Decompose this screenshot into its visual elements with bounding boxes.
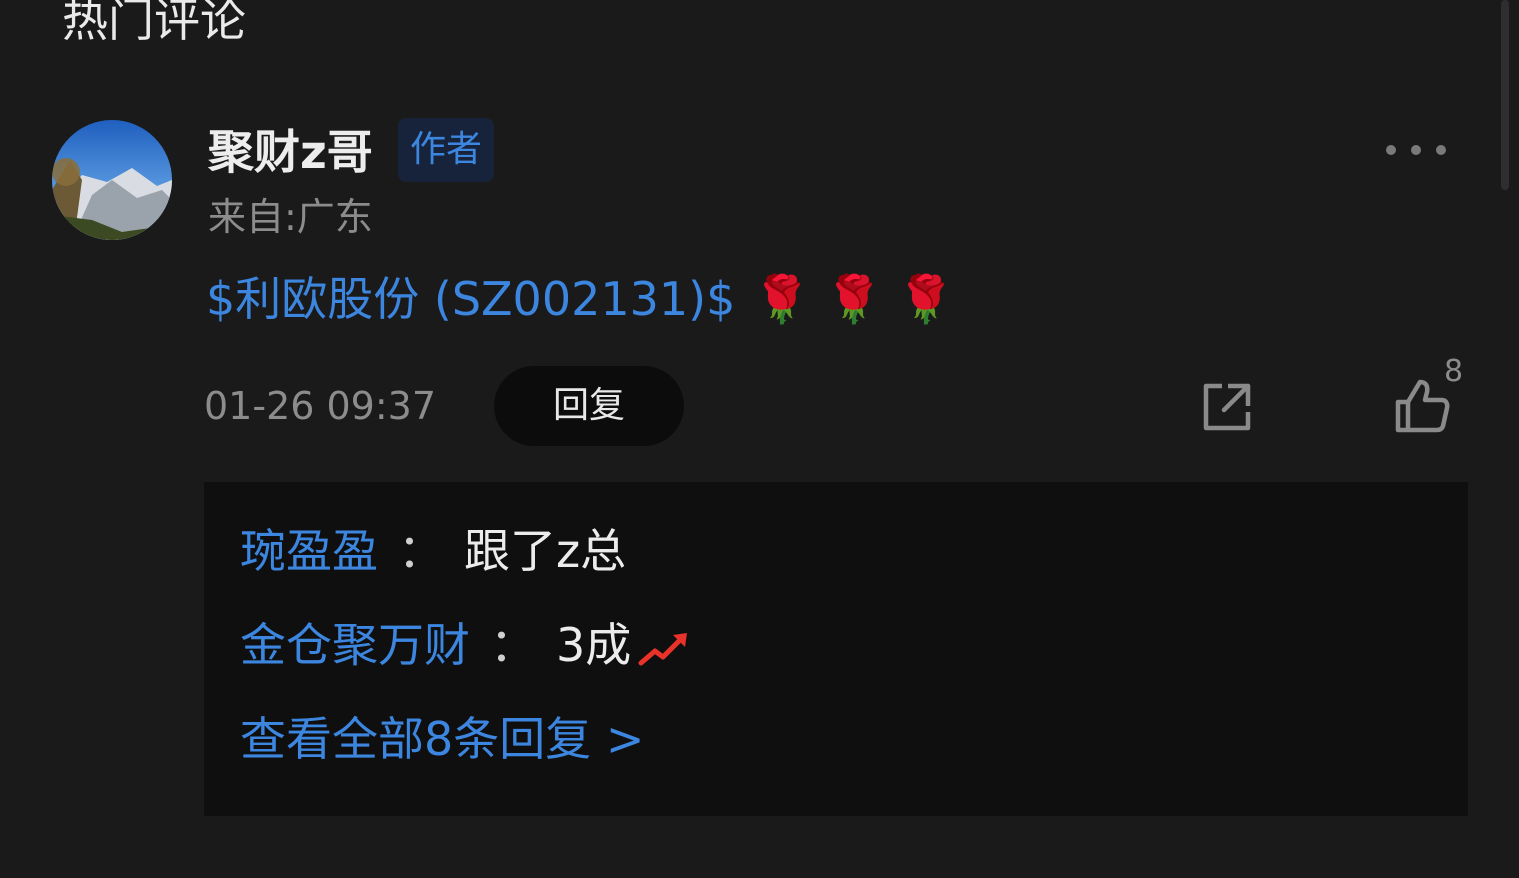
reply-item[interactable]: 金仓聚万财 ： 3成 xyxy=(240,614,689,676)
comment-text: $利欧股份 (SZ002131)$ 🌹 🌹 🌹 xyxy=(206,268,954,330)
thumbs-up-icon[interactable] xyxy=(1392,376,1452,436)
location: 来自:广东 xyxy=(208,195,373,239)
rose-emoji: 🌹 🌹 🌹 xyxy=(753,272,955,326)
avatar-image xyxy=(52,120,172,240)
more-button[interactable] xyxy=(1386,136,1446,164)
view-all-replies-link[interactable]: 查看全部8条回复 > xyxy=(240,708,644,770)
scrollbar[interactable] xyxy=(1501,0,1509,190)
timestamp: 01-26 09:37 xyxy=(204,384,437,428)
reply-user[interactable]: 金仓聚万财 xyxy=(240,618,470,672)
reply-text: 跟了z总 xyxy=(464,524,627,578)
reply-user[interactable]: 琬盈盈 xyxy=(240,524,378,578)
section-title: 热门评论 xyxy=(62,0,246,47)
stock-link[interactable]: $利欧股份 (SZ002131)$ xyxy=(206,272,735,326)
avatar[interactable] xyxy=(52,120,172,240)
more-icon-dot xyxy=(1436,145,1446,155)
trending-up-icon xyxy=(638,632,688,665)
author-badge: 作者 xyxy=(398,118,494,182)
reply-separator: ： xyxy=(490,618,536,672)
reply-separator: ： xyxy=(398,524,444,578)
reply-text: 3成 xyxy=(556,618,632,672)
username[interactable]: 聚财z哥 xyxy=(208,122,373,182)
replies-box[interactable]: 琬盈盈 ： 跟了z总 金仓聚万财 ： 3成 查看全部8条回复 > xyxy=(204,482,1468,816)
more-icon xyxy=(1386,145,1396,155)
more-icon-dot xyxy=(1411,145,1421,155)
reply-button[interactable]: 回复 xyxy=(494,366,684,446)
reply-item[interactable]: 琬盈盈 ： 跟了z总 xyxy=(240,520,626,582)
like-count: 8 xyxy=(1444,354,1464,389)
share-icon[interactable] xyxy=(1198,378,1256,436)
